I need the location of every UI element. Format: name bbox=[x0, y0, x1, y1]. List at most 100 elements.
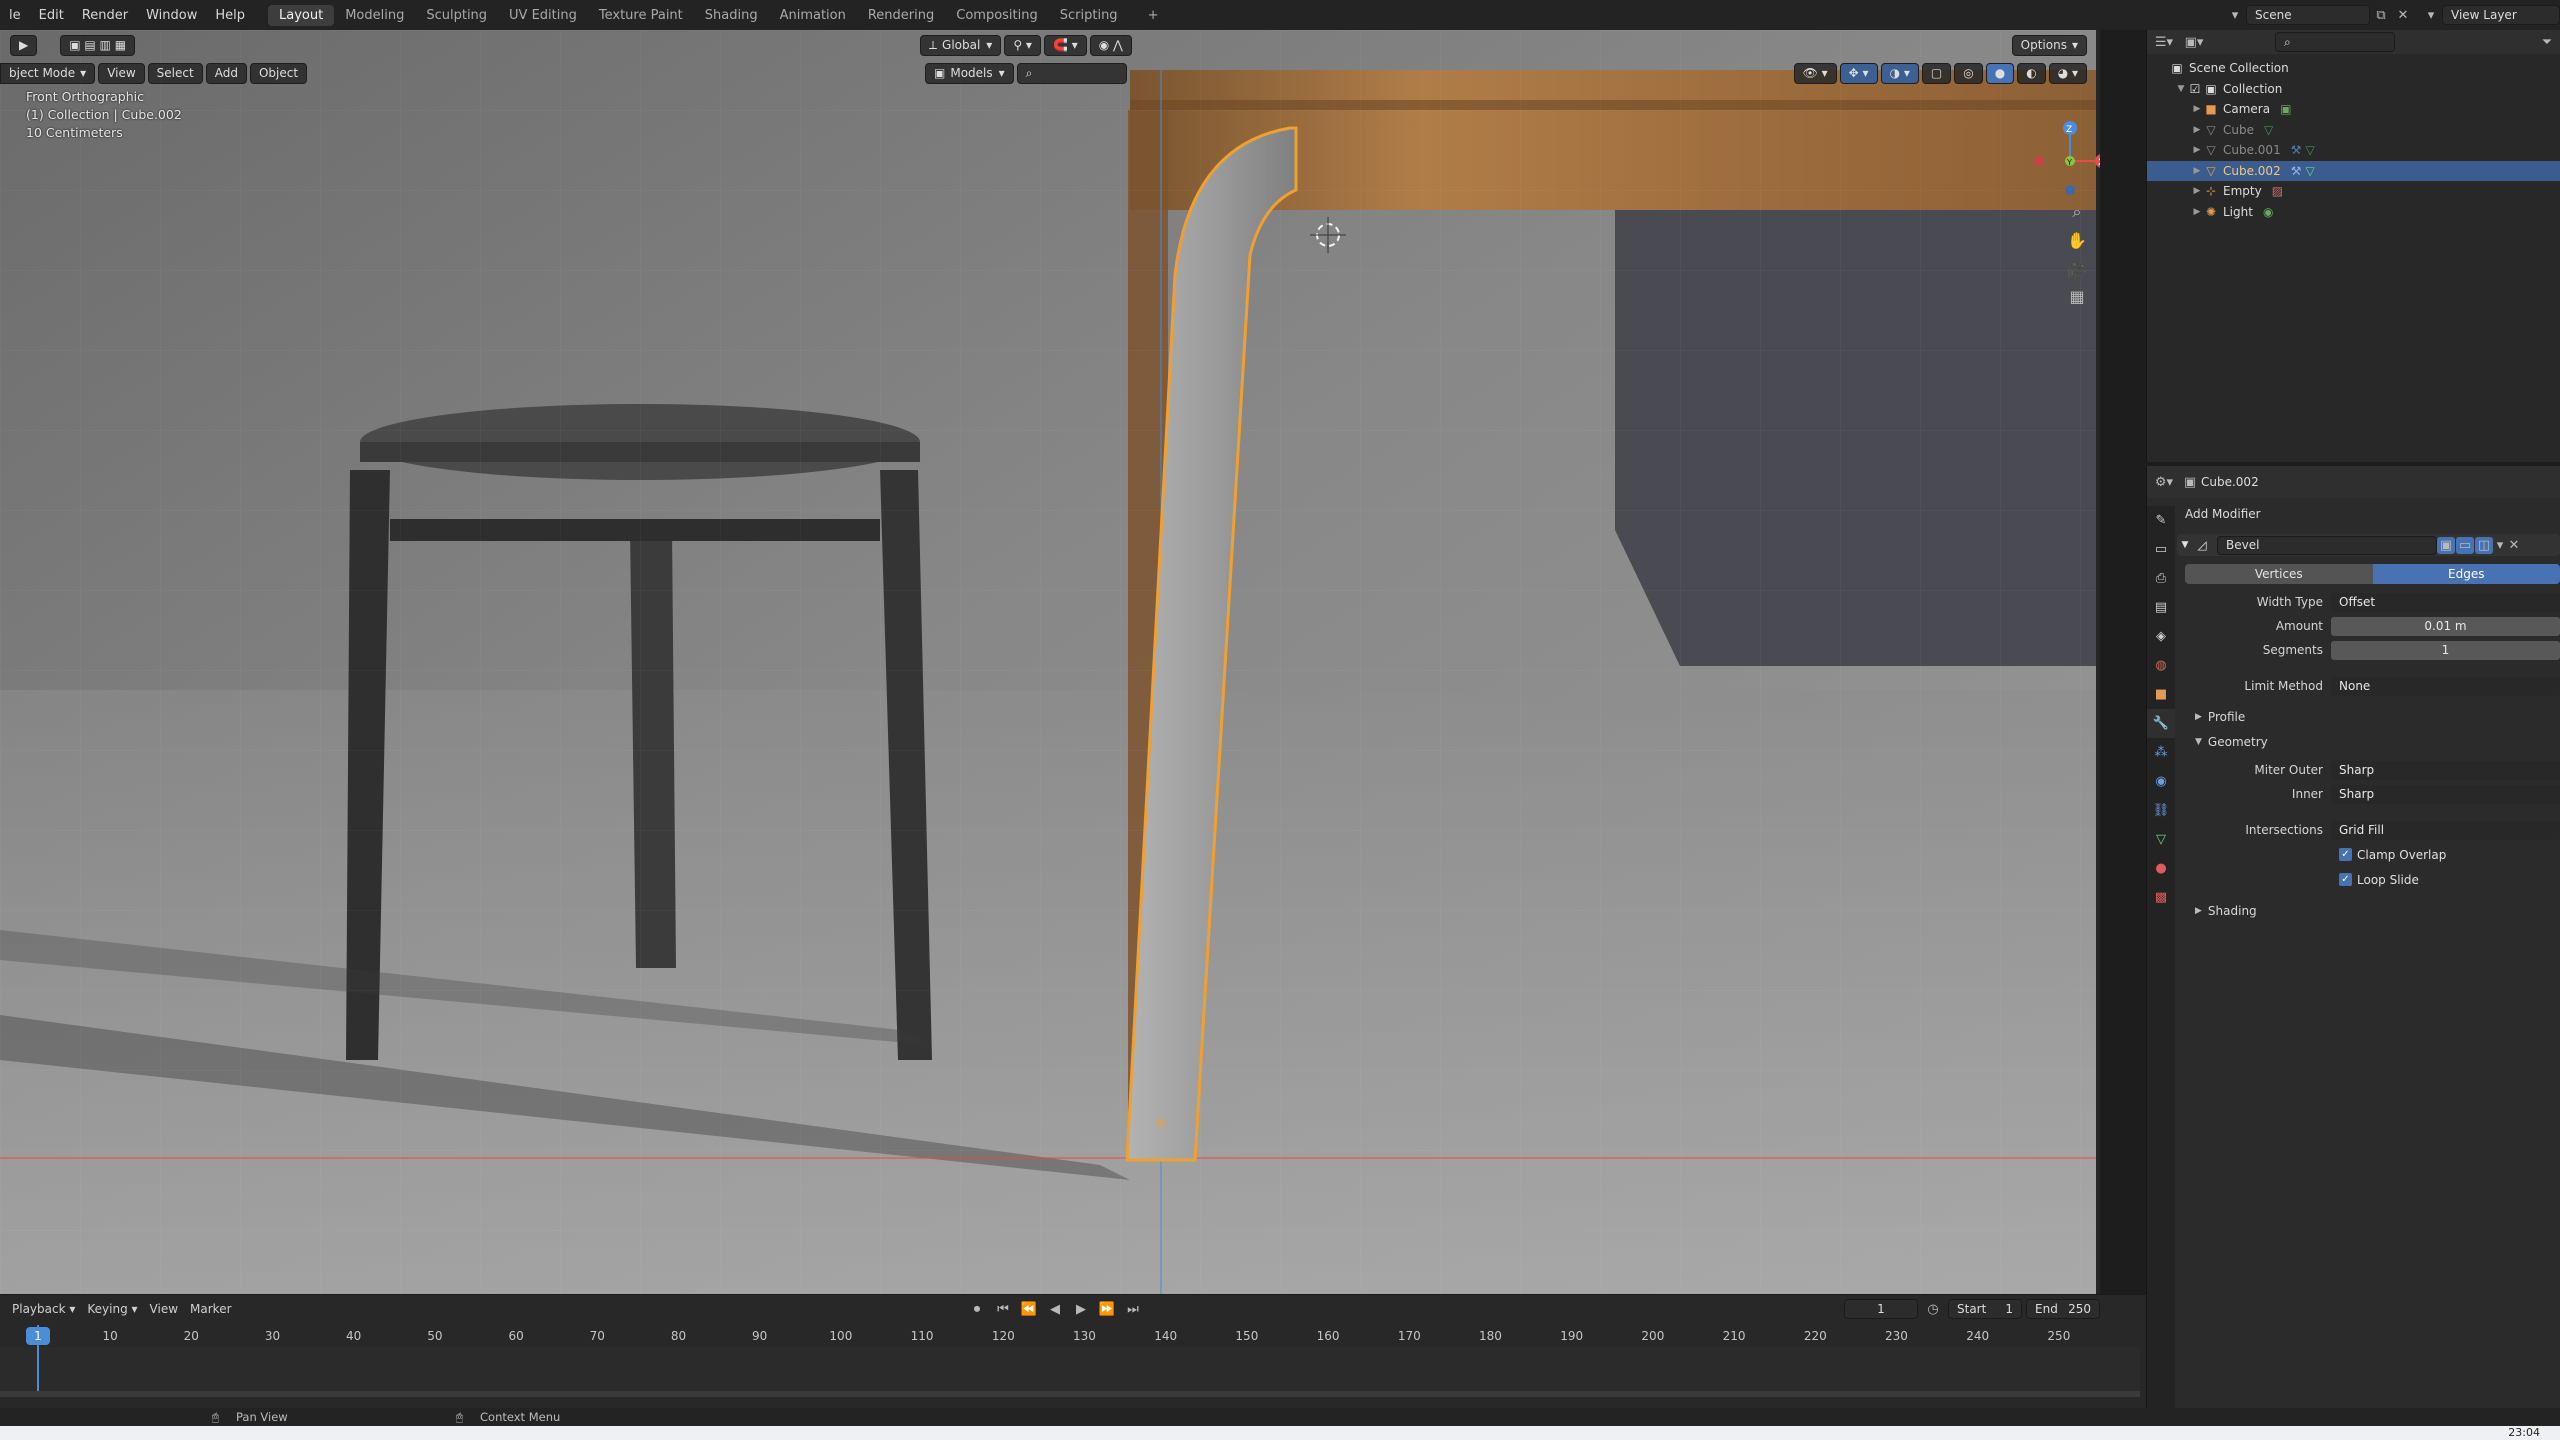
data-tab-icon[interactable]: ▽ bbox=[2147, 825, 2175, 854]
tab-layout[interactable]: Layout bbox=[268, 4, 335, 26]
viewport-search-input[interactable]: ⌕ bbox=[1016, 62, 1127, 84]
clamp-overlap-checkbox[interactable]: ✓ Clamp Overlap bbox=[2177, 842, 2560, 867]
pivot-dropdown[interactable]: ⚲ ▾ bbox=[1004, 34, 1041, 56]
checkbox-icon[interactable]: ☑ bbox=[2187, 82, 2203, 96]
shading-wireframe-icon[interactable]: ◎ bbox=[1954, 62, 1983, 84]
filter-icon[interactable]: ⏷ bbox=[2536, 32, 2558, 52]
loop-slide-checkbox[interactable]: ✓ Loop Slide bbox=[2177, 867, 2560, 892]
xray-toggle[interactable]: ▢ bbox=[1921, 62, 1952, 84]
outliner-collection[interactable]: ▼ ☑ ▣ Collection bbox=[2147, 79, 2560, 100]
expand-icon[interactable]: ▼ bbox=[2175, 84, 2187, 94]
menu-object[interactable]: Object bbox=[249, 62, 308, 84]
collection-filter-dropdown[interactable]: ▣ Models ▾ bbox=[925, 62, 1014, 84]
delete-scene-icon[interactable]: ✕ bbox=[2392, 5, 2414, 25]
shading-material-icon[interactable]: ◐ bbox=[2017, 62, 2046, 84]
visibility-dropdown[interactable]: 👁 ▾ bbox=[1793, 62, 1837, 84]
tab-compositing[interactable]: Compositing bbox=[945, 5, 1049, 26]
mode-dropdown[interactable]: bject Mode ▾ bbox=[0, 62, 96, 84]
modifier-tab-icon[interactable]: 🔧 bbox=[2147, 709, 2175, 738]
affect-edges-button[interactable]: Edges bbox=[2372, 564, 2560, 584]
prev-keyframe-icon[interactable]: ⏪ bbox=[1018, 1299, 1040, 1319]
editor-type-icon[interactable]: ⚙▾ bbox=[2153, 472, 2175, 492]
3d-viewport[interactable]: ▶ ▣ ▤ ▥ ▦ ⟂ Global ▾ ⚲ ▾ 🧲 ▾ ◉ ⋀ Options… bbox=[0, 30, 2100, 1294]
expand-icon[interactable]: ▶ bbox=[2191, 166, 2203, 176]
menu-view[interactable]: View bbox=[98, 62, 145, 84]
add-modifier-button[interactable]: Add Modifier bbox=[2177, 502, 2560, 526]
affect-vertices-button[interactable]: Vertices bbox=[2185, 564, 2373, 584]
render-toggle-icon[interactable]: ◫ bbox=[2475, 536, 2493, 554]
profile-section[interactable]: ▶ Profile bbox=[2177, 704, 2560, 729]
play-reverse-icon[interactable]: ◀ bbox=[1044, 1299, 1066, 1319]
start-frame-field[interactable]: Start 1 bbox=[1948, 1299, 2022, 1319]
tab-rendering[interactable]: Rendering bbox=[857, 5, 945, 26]
view-layer-field[interactable]: View Layer bbox=[2442, 5, 2560, 25]
hand-pan-icon[interactable]: ✋ bbox=[2066, 230, 2088, 250]
tab-texture-paint[interactable]: Texture Paint bbox=[588, 5, 694, 26]
timeline-ruler[interactable]: 10 20 30 40 50 60 70 80 90 100 110 120 130 140 150 160 1… bbox=[0, 1325, 2140, 1347]
select-tool-icon[interactable]: ▶ bbox=[10, 34, 38, 56]
menu-window[interactable]: Window bbox=[137, 8, 206, 23]
tab-animation[interactable]: Animation bbox=[769, 5, 857, 26]
outliner-item-cube-001[interactable]: ▶ ▽ Cube.001 ⚒ ▽ bbox=[2147, 140, 2560, 161]
record-icon[interactable]: ⏺ bbox=[966, 1299, 988, 1319]
texture-tab-icon[interactable]: ▩ bbox=[2147, 883, 2175, 912]
tab-uv-editing[interactable]: UV Editing bbox=[498, 5, 588, 26]
select-mode-icons[interactable]: ▣ ▤ ▥ ▦ bbox=[60, 34, 136, 56]
playhead-label[interactable]: 1 bbox=[26, 1327, 50, 1345]
menu-add[interactable]: Add bbox=[205, 62, 247, 84]
tab-sculpting[interactable]: Sculpting bbox=[415, 5, 498, 26]
physics-tab-icon[interactable]: ◉ bbox=[2147, 767, 2175, 796]
intersections-dropdown[interactable]: Grid Fill bbox=[2331, 820, 2560, 840]
expand-icon[interactable]: ▶ bbox=[2191, 207, 2203, 217]
particles-tab-icon[interactable]: ⁂ bbox=[2147, 738, 2175, 767]
shading-section[interactable]: ▶ Shading bbox=[2177, 898, 2560, 923]
outliner-item-cube-002[interactable]: ▶ ▽ Cube.002 ⚒ ▽ bbox=[2147, 160, 2560, 181]
realtime-toggle-icon[interactable]: ▭ bbox=[2456, 536, 2474, 554]
timeline-track[interactable] bbox=[0, 1347, 2140, 1391]
close-icon[interactable]: ✕ bbox=[2507, 535, 2521, 555]
scene-tab-icon[interactable]: ◈ bbox=[2147, 622, 2175, 651]
menu-file[interactable]: le bbox=[0, 8, 30, 23]
expand-icon[interactable]: ▶ bbox=[2191, 145, 2203, 155]
options-dropdown[interactable]: Options ▾ bbox=[2011, 34, 2087, 56]
clock-icon[interactable]: ◷ bbox=[1922, 1299, 1944, 1319]
bevel-modifier-header[interactable]: ▼ ◿ Bevel ▣ ▭ ◫ ▾ ✕ bbox=[2177, 534, 2560, 556]
edit-mode-toggle-icon[interactable]: ▣ bbox=[2437, 536, 2455, 554]
collapse-icon[interactable]: ▼ bbox=[2177, 540, 2193, 550]
tab-modeling[interactable]: Modeling bbox=[334, 5, 415, 26]
menu-edit[interactable]: Edit bbox=[30, 8, 73, 23]
geometry-section[interactable]: ▼ Geometry bbox=[2177, 729, 2560, 754]
outliner-item-empty[interactable]: ▶ ⊹ Empty ▨ bbox=[2147, 181, 2560, 202]
gizmo-toggle[interactable]: ✥ ▾ bbox=[1839, 62, 1878, 84]
view-layer-tab-icon[interactable]: ▤ bbox=[2147, 593, 2175, 622]
next-keyframe-icon[interactable]: ⏩ bbox=[1096, 1299, 1118, 1319]
segments-field[interactable]: 1 bbox=[2331, 640, 2560, 660]
material-tab-icon[interactable]: ● bbox=[2147, 854, 2175, 883]
snap-toggle[interactable]: 🧲 ▾ bbox=[1043, 34, 1087, 56]
add-workspace-icon[interactable]: + bbox=[1137, 5, 1170, 26]
expand-icon[interactable]: ▶ bbox=[2191, 125, 2203, 135]
display-mode-icon[interactable]: ▣▾ bbox=[2183, 32, 2205, 52]
menu-timeline-view[interactable]: View bbox=[144, 1302, 184, 1316]
neg-x-axis-handle[interactable] bbox=[2034, 156, 2044, 166]
grid-perspective-icon[interactable]: ▦ bbox=[2066, 286, 2088, 306]
render-tab-icon[interactable]: ▭ bbox=[2147, 535, 2175, 564]
tab-shading[interactable]: Shading bbox=[694, 5, 769, 26]
orientation-dropdown[interactable]: ⟂ Global ▾ bbox=[920, 34, 1002, 56]
scene-field[interactable]: Scene bbox=[2246, 5, 2370, 25]
modifier-name-input[interactable]: Bevel bbox=[2217, 535, 2437, 555]
constraints-tab-icon[interactable]: ⛓ bbox=[2147, 796, 2175, 825]
end-frame-field[interactable]: End 250 bbox=[2026, 1299, 2100, 1319]
amount-field[interactable]: 0.01 m bbox=[2331, 616, 2560, 636]
chevron-down-icon[interactable]: ▾ bbox=[2493, 535, 2507, 555]
outliner-scene-collection[interactable]: ▣ Scene Collection bbox=[2147, 58, 2560, 79]
new-scene-icon[interactable]: ⧉ bbox=[2370, 5, 2392, 25]
menu-help[interactable]: Help bbox=[206, 8, 254, 23]
limit-method-dropdown[interactable]: None bbox=[2331, 676, 2560, 696]
world-tab-icon[interactable]: ◍ bbox=[2147, 651, 2175, 680]
width-type-dropdown[interactable]: Offset bbox=[2331, 592, 2560, 612]
expand-icon[interactable]: ▶ bbox=[2191, 186, 2203, 196]
menu-keying[interactable]: Keying ▾ bbox=[81, 1302, 143, 1316]
outliner-item-cube[interactable]: ▶ ▽ Cube ▽ bbox=[2147, 120, 2560, 141]
shading-solid-icon[interactable]: ● bbox=[1985, 62, 2015, 84]
